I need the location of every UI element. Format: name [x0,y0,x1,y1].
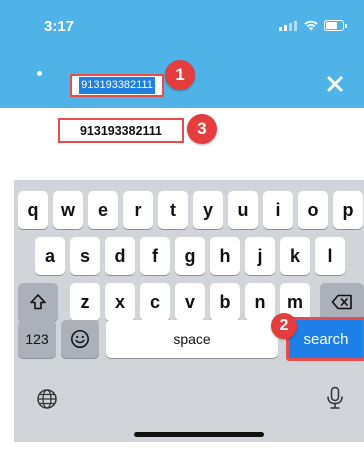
wifi-icon [304,20,318,31]
shift-key[interactable] [18,283,58,321]
key-k[interactable]: k [280,237,310,275]
app-header: 3:17 913193382111 1 [0,0,364,108]
key-p[interactable]: p [333,191,363,229]
microphone-icon[interactable] [326,386,344,410]
globe-icon[interactable] [36,388,58,410]
key-x[interactable]: x [105,283,135,321]
key-g[interactable]: g [175,237,205,275]
delete-key[interactable] [320,283,364,321]
key-r[interactable]: r [123,191,153,229]
key-s[interactable]: s [70,237,100,275]
search-key[interactable]: search [286,317,364,361]
status-icons [279,20,347,31]
key-c[interactable]: c [140,283,170,321]
key-v[interactable]: v [175,283,205,321]
key-b[interactable]: b [210,283,240,321]
numbers-key[interactable]: 123 [18,320,56,358]
search-input[interactable]: 913193382111 [70,74,164,97]
key-n[interactable]: n [245,283,275,321]
key-l[interactable]: l [315,237,345,275]
key-o[interactable]: o [298,191,328,229]
phone-screen: 3:17 913193382111 1 913193382111 3 q w e… [0,0,364,452]
key-j[interactable]: j [245,237,275,275]
key-e[interactable]: e [88,191,118,229]
search-indicator-dot [37,71,42,76]
key-z[interactable]: z [70,283,100,321]
close-icon[interactable] [324,73,346,95]
key-y[interactable]: y [193,191,223,229]
key-q[interactable]: q [18,191,48,229]
key-d[interactable]: d [105,237,135,275]
search-input-selected-text: 913193382111 [79,77,155,94]
signal-icon [279,20,297,31]
shift-icon [30,294,46,310]
search-suggestion[interactable]: 913193382111 [58,118,184,143]
emoji-key[interactable] [61,320,99,358]
space-key[interactable]: space [106,320,278,358]
key-f[interactable]: f [140,237,170,275]
backspace-icon [331,294,352,310]
battery-icon [324,20,347,31]
key-i[interactable]: i [263,191,293,229]
key-h[interactable]: h [210,237,240,275]
key-u[interactable]: u [228,191,258,229]
emoji-icon [71,330,89,348]
callout-badge-3: 3 [187,114,217,144]
key-a[interactable]: a [35,237,65,275]
home-indicator [134,432,264,437]
callout-badge-1: 1 [165,60,195,90]
key-w[interactable]: w [53,191,83,229]
callout-badge-2: 2 [271,313,297,339]
status-time: 3:17 [44,18,75,35]
key-t[interactable]: t [158,191,188,229]
keyboard: q w e r t y u i o p a s d f g h j k l z … [14,180,364,442]
